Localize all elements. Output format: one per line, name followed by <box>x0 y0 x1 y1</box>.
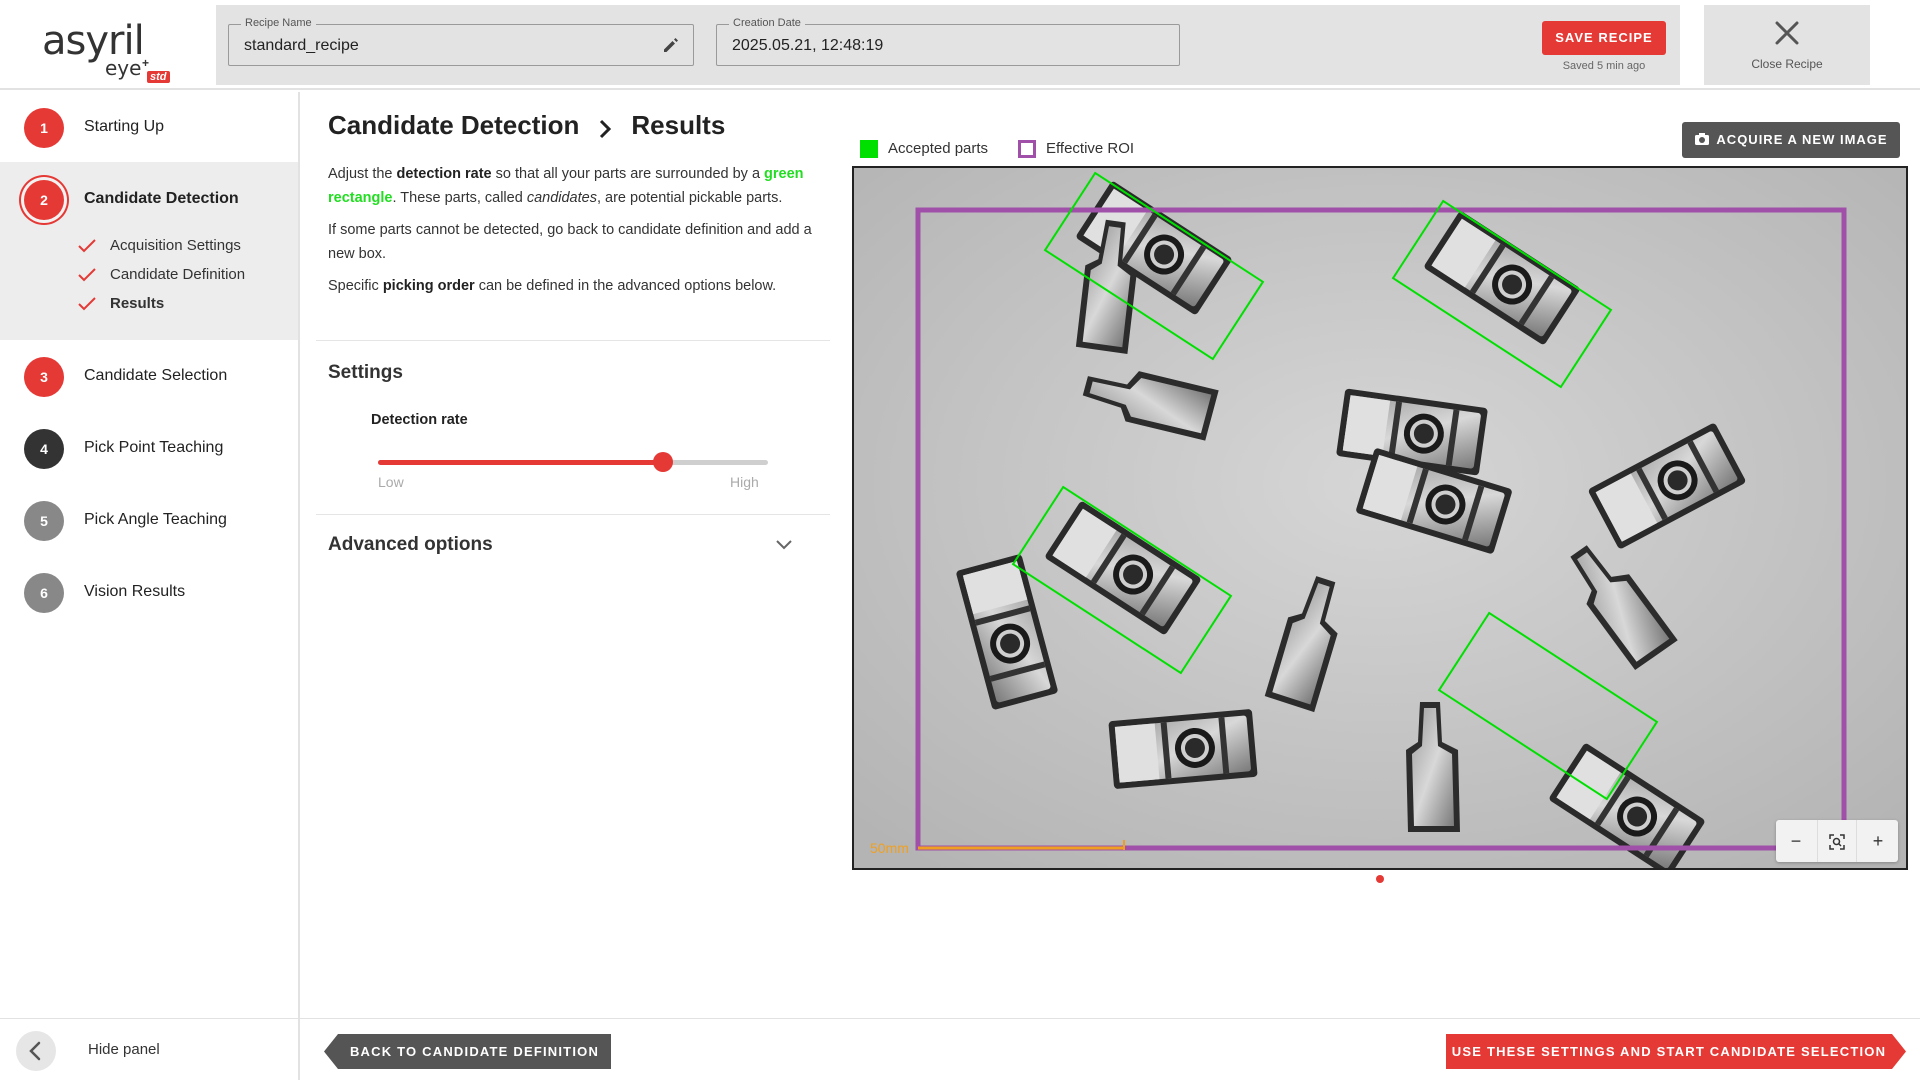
logo-sub: eye <box>105 56 142 80</box>
step-number: 3 <box>24 357 64 397</box>
zoom-out-button[interactable]: − <box>1776 820 1816 862</box>
substep-label: Results <box>110 295 165 312</box>
creation-date-field: Creation Date 2025.05.21, 12:48:19 <box>716 17 1180 66</box>
step-label: Starting Up <box>84 118 165 135</box>
step-number: 4 <box>24 429 64 469</box>
hide-panel-button[interactable]: Hide panel <box>0 1018 298 1080</box>
legend-label: Accepted parts <box>888 140 989 157</box>
instruction-paragraph: Specific picking order can be defined in… <box>328 278 777 294</box>
legend-label: Effective ROI <box>1046 140 1135 157</box>
hide-panel-label: Hide panel <box>88 1041 160 1058</box>
detection-rate-label: Detection rate <box>371 412 468 428</box>
acquire-new-image-button[interactable]: ACQUIRE A NEW IMAGE <box>1682 122 1900 158</box>
back-to-candidate-definition-button[interactable]: BACK TO CANDIDATE DEFINITION <box>324 1034 611 1069</box>
slider-high-label: High <box>730 474 759 490</box>
accepted-parts-swatch <box>860 140 878 158</box>
chevron-left-icon <box>16 1031 56 1071</box>
slider-low-label: Low <box>378 474 404 490</box>
divider <box>316 340 830 341</box>
check-icon <box>78 238 96 254</box>
breadcrumb-item: Results <box>631 110 726 140</box>
step-pick-angle-teaching[interactable]: 5 Pick Angle Teaching <box>0 485 298 557</box>
asyril-logo: asyril eye + std <box>30 12 190 83</box>
effective-roi-swatch <box>1018 140 1036 158</box>
chevron-down-icon[interactable] <box>772 532 796 556</box>
zoom-fit-button[interactable] <box>1817 820 1857 862</box>
step-label: Pick Angle Teaching <box>84 511 227 528</box>
slider-fill <box>378 460 663 465</box>
logo-sup: + <box>142 56 150 70</box>
check-icon <box>78 267 96 283</box>
breadcrumb: Candidate Detection Results <box>328 110 725 141</box>
step-number: 2 <box>24 180 64 220</box>
step-starting-up[interactable]: 1 Starting Up <box>0 92 298 164</box>
camera-icon <box>1694 124 1710 145</box>
step-label: Candidate Detection <box>84 190 239 207</box>
logo-badge: std <box>147 71 170 83</box>
step-number: 1 <box>24 108 64 148</box>
breadcrumb-item: Candidate Detection <box>328 110 580 140</box>
step-label: Candidate Selection <box>84 367 228 384</box>
vision-scene <box>854 168 1906 868</box>
settings-title: Settings <box>328 362 403 383</box>
app-header: asyril eye + std Recipe Name standard_re… <box>0 0 1920 90</box>
check-icon <box>78 296 96 312</box>
step-pick-point-teaching[interactable]: 4 Pick Point Teaching <box>0 413 298 485</box>
saved-note: Saved 5 min ago <box>1562 60 1646 72</box>
footer-bar: BACK TO CANDIDATE DEFINITION USE THESE S… <box>300 1018 1920 1080</box>
image-pager-dot[interactable] <box>1376 875 1384 883</box>
zoom-fit-icon <box>1829 834 1845 850</box>
scale-label: 50mm <box>870 840 909 856</box>
slider-thumb[interactable] <box>652 452 673 472</box>
save-recipe-button[interactable]: SAVE RECIPE <box>1542 21 1666 55</box>
step-number: 5 <box>24 501 64 541</box>
detection-rate-slider[interactable] <box>378 452 768 472</box>
divider <box>316 514 830 515</box>
zoom-in-button[interactable]: + <box>1858 820 1898 862</box>
step-candidate-detection[interactable]: 2 Candidate Detection <box>0 164 298 236</box>
creation-date-value: 2025.05.21, 12:48:19 <box>732 37 884 54</box>
acquire-label: ACQUIRE A NEW IMAGE <box>1716 132 1888 147</box>
advanced-options-toggle[interactable]: Advanced options <box>328 534 493 556</box>
step-label: Pick Point Teaching <box>84 439 224 456</box>
recipe-name-label: Recipe Name <box>241 17 316 29</box>
zoom-controls: − + <box>1776 820 1898 862</box>
chevron-right-icon <box>595 116 615 139</box>
start-candidate-selection-button[interactable]: USE THESE SETTINGS AND START CANDIDATE S… <box>1446 1034 1906 1069</box>
instruction-paragraph: Adjust the detection rate so that all yo… <box>328 166 804 206</box>
substep-label: Acquisition Settings <box>110 237 241 254</box>
step-label: Vision Results <box>84 583 186 600</box>
recipe-band: Recipe Name standard_recipe Creation Dat… <box>216 5 1680 85</box>
close-recipe-button[interactable]: Close Recipe <box>1704 5 1870 85</box>
close-icon <box>1771 17 1803 49</box>
step-vision-results[interactable]: 6 Vision Results <box>0 557 298 629</box>
creation-date-label: Creation Date <box>729 17 805 29</box>
close-recipe-label: Close Recipe <box>1751 57 1823 71</box>
steps-sidebar: 1 Starting Up 2 Candidate Detection Acqu… <box>0 92 300 1080</box>
camera-image-viewer[interactable]: 50mm − + <box>852 166 1908 870</box>
recipe-name-field[interactable]: Recipe Name standard_recipe <box>228 17 694 66</box>
step-candidate-selection[interactable]: 3 Candidate Selection <box>0 341 298 413</box>
part <box>1108 708 1258 790</box>
pencil-icon[interactable] <box>661 35 681 55</box>
substep-label: Candidate Definition <box>110 266 246 283</box>
recipe-name-value: standard_recipe <box>244 37 359 54</box>
step-number: 6 <box>24 573 64 613</box>
instructions: Adjust the detection rate so that all yo… <box>328 162 818 306</box>
instruction-paragraph: If some parts cannot be detected, go bac… <box>328 222 812 262</box>
